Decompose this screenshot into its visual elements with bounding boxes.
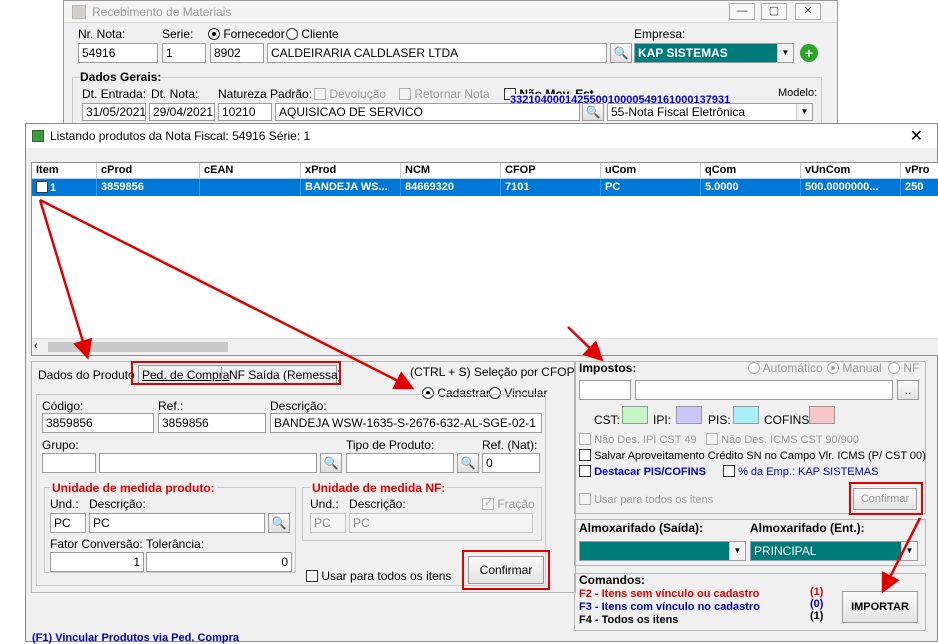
annotation-arrows	[38, 198, 922, 594]
arrow-to-importar	[881, 517, 922, 594]
arrow-to-cadastrar	[39, 198, 415, 390]
arrow-to-tabs	[38, 199, 93, 360]
arrow-to-impostos	[567, 326, 604, 362]
